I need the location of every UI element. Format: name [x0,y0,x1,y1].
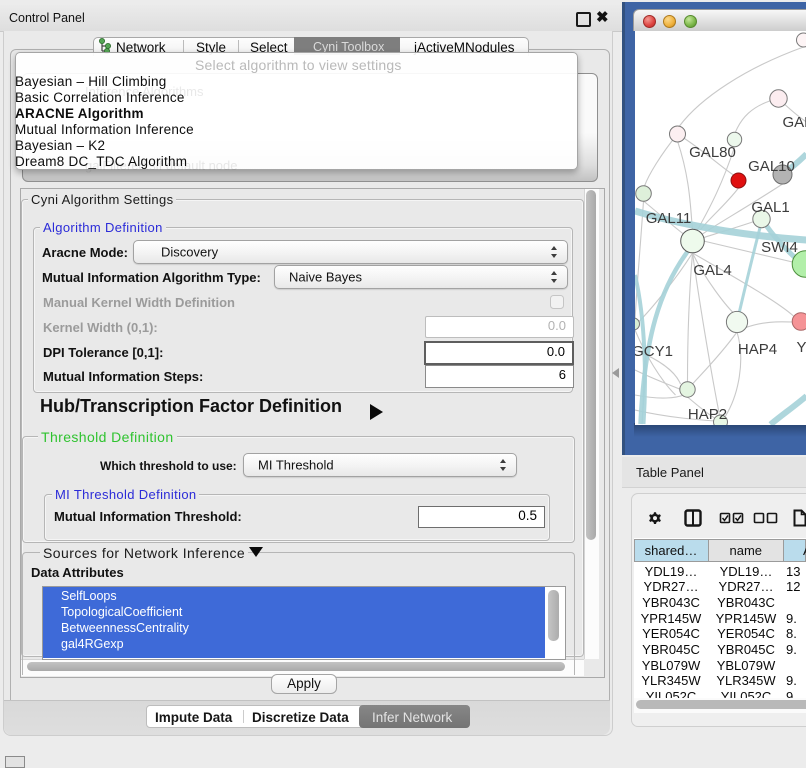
svg-text:GAL80: GAL80 [689,144,736,161]
svg-text:GCY1: GCY1 [635,343,673,360]
svg-text:SWI4: SWI4 [761,239,798,256]
svg-text:GAL4: GAL4 [693,262,731,279]
svg-text:HAP2: HAP2 [687,406,726,423]
svg-text:GAL1: GAL1 [751,199,789,216]
svg-text:GAL: GAL [782,114,806,131]
svg-text:GAL11: GAL11 [645,210,691,227]
svg-text:Y: Y [796,339,806,356]
svg-text:GAL10: GAL10 [748,158,795,175]
svg-text:HAP4: HAP4 [737,341,776,358]
